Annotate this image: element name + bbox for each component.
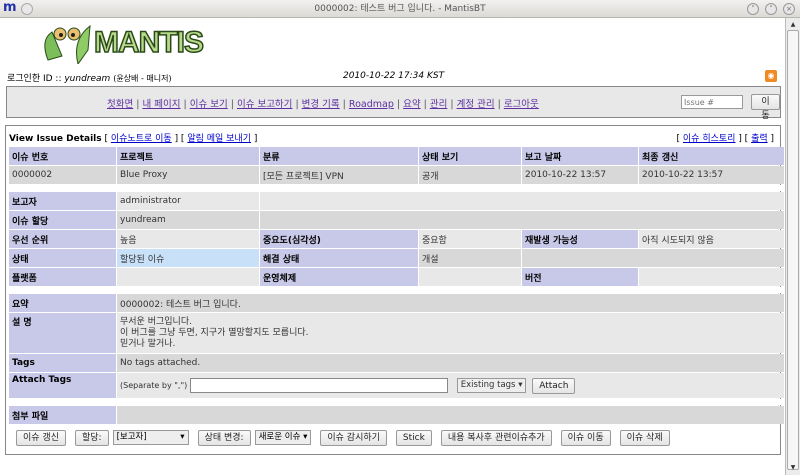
nav-link[interactable]: 첫화면 bbox=[107, 99, 133, 110]
mantis-insect-icon bbox=[44, 24, 91, 66]
reporter-row: 보고자 administrator bbox=[9, 192, 784, 210]
summary: 0000002: 테스트 버그 입니다. bbox=[117, 294, 784, 312]
assign-button[interactable]: 할당: bbox=[74, 430, 109, 446]
scroll-up-icon[interactable]: ▲ bbox=[788, 20, 798, 30]
details-header-right: [ 이슈 히스토리 ] [ 출력 ] bbox=[676, 134, 774, 144]
nav-link[interactable]: Roadmap bbox=[349, 99, 394, 110]
move-button[interactable]: 이슈 이동 bbox=[560, 430, 611, 446]
nav-link[interactable]: 내 페이지 bbox=[142, 99, 180, 110]
delete-button[interactable]: 이슈 삭제 bbox=[619, 430, 670, 446]
col-header: 프로젝트 bbox=[117, 147, 259, 165]
attach-tags-row: Attach Tags (Separate by ",") Existing t… bbox=[9, 373, 784, 398]
description: 무서운 버그입니다. 이 버그를 그냥 두면, 지구가 멸망할지도 모릅니다. 믿거… bbox=[117, 313, 784, 353]
login-info: 로그인한 ID :: yundream (윤상배 - 매니저) bbox=[7, 74, 172, 84]
scrollbar-thumb[interactable] bbox=[787, 30, 799, 470]
tags-row: Tags No tags attached. bbox=[9, 354, 784, 372]
issue-table: 이슈 번호 프로젝트 분류 상태 보기 보고 날짜 최종 갱신 0000002 … bbox=[8, 146, 785, 425]
issue-header-row: 이슈 번호 프로젝트 분류 상태 보기 보고 날짜 최종 갱신 bbox=[9, 147, 784, 165]
description-row: 설 명 무서운 버그입니다. 이 버그를 그냥 두면, 지구가 멸망할지도 모릅니… bbox=[9, 313, 784, 353]
assigned-row: 이슈 할당 yundream bbox=[9, 211, 784, 229]
app-icon: m bbox=[3, 0, 17, 15]
assigned-to: yundream bbox=[117, 211, 259, 229]
severity: 중요함 bbox=[419, 230, 521, 248]
category: [모든 프로젝트] VPN bbox=[260, 166, 418, 184]
send-reminder-link[interactable]: 알림 메일 보내기 bbox=[187, 134, 251, 144]
main-nav: 첫화면 | 내 페이지 | 이슈 보기 | 이슈 보고하기 | 변경 기록 | … bbox=[6, 86, 781, 121]
tags: No tags attached. bbox=[117, 354, 784, 372]
mantis-logo[interactable]: MANTIS bbox=[38, 20, 205, 66]
project: Blue Proxy bbox=[117, 166, 259, 184]
nav-link[interactable]: 이슈 보고하기 bbox=[237, 99, 292, 110]
rss-icon[interactable]: ◉ bbox=[765, 70, 777, 82]
separate-hint: (Separate by ",") bbox=[120, 380, 188, 390]
assign-select[interactable]: [보고자] ▾ bbox=[112, 430, 189, 445]
nav-link[interactable]: 요약 bbox=[403, 99, 420, 110]
existing-tags-select[interactable]: Existing tags ▾ bbox=[456, 377, 527, 393]
close-button[interactable]: × bbox=[783, 3, 795, 15]
issue-history-link[interactable]: 이슈 히스토리 bbox=[683, 134, 736, 144]
print-link[interactable]: 출력 bbox=[751, 134, 768, 144]
maximize-button[interactable]: ˄ bbox=[765, 3, 777, 15]
nav-link[interactable]: 관리 bbox=[430, 99, 447, 110]
details-header: View Issue Details [ 이슈노트로 이동 ] [ 알림 메일 … bbox=[9, 134, 258, 144]
attach-button[interactable]: Attach bbox=[532, 377, 576, 394]
issue-values-row: 0000002 Blue Proxy [모든 프로젝트] VPN 공개 2010… bbox=[9, 166, 784, 184]
view-status: 공개 bbox=[419, 166, 521, 184]
stick-button[interactable]: Stick bbox=[395, 430, 432, 446]
monitor-button[interactable]: 이슈 감시하기 bbox=[320, 430, 387, 446]
col-header: 상태 보기 bbox=[419, 147, 521, 165]
col-header: 이슈 번호 bbox=[9, 147, 116, 165]
scroll-down-icon[interactable]: ▼ bbox=[788, 463, 798, 473]
date-submitted: 2010-10-22 13:57 bbox=[522, 166, 638, 184]
summary-row: 요약 0000002: 테스트 버그 입니다. bbox=[9, 294, 784, 312]
current-datetime: 2010-10-22 17:34 KST bbox=[343, 71, 445, 81]
login-user: yundream bbox=[64, 74, 111, 84]
jump-to-notes-link[interactable]: 이슈노트로 이동 bbox=[111, 134, 172, 144]
status-row: 상태 할당된 이슈 해결 상태 개설 bbox=[9, 249, 784, 267]
os bbox=[419, 268, 521, 286]
tag-input[interactable] bbox=[190, 377, 449, 393]
window-titlebar: m 0000002: 테스트 버그 입니다. - MantisBT ˅ ˄ × bbox=[0, 0, 800, 18]
minimize-button[interactable]: ˅ bbox=[747, 3, 759, 15]
col-header: 보고 날짜 bbox=[522, 147, 638, 165]
update-issue-button[interactable]: 이슈 갱신 bbox=[16, 430, 66, 446]
col-header: 분류 bbox=[260, 147, 418, 165]
nav-link[interactable]: 변경 기록 bbox=[302, 99, 340, 110]
nav-link[interactable]: 로그아웃 bbox=[504, 99, 539, 110]
priority: 높음 bbox=[117, 230, 259, 248]
status-select[interactable]: 새로운 이슈 ▾ bbox=[254, 430, 312, 445]
col-header: 최종 갱신 bbox=[639, 147, 784, 165]
last-updated: 2010-10-22 13:57 bbox=[639, 166, 784, 184]
issue-number-input[interactable] bbox=[681, 95, 743, 109]
version bbox=[639, 268, 784, 286]
action-buttons: 이슈 갱신 할당: [보고자] ▾ 상태 변경: 새로운 이슈 ▾ 이슈 감시하기… bbox=[16, 430, 670, 446]
platform bbox=[117, 268, 259, 286]
window-title: 0000002: 테스트 버그 입니다. - MantisBT bbox=[314, 4, 486, 14]
resolution: 개설 bbox=[419, 249, 521, 267]
vertical-scrollbar[interactable]: ▲ ▼ bbox=[785, 18, 800, 475]
attachments-row: 첨부 파일 bbox=[9, 406, 784, 424]
reporter: administrator bbox=[117, 192, 259, 210]
attachments bbox=[117, 406, 784, 424]
go-button[interactable]: 이동 bbox=[751, 94, 780, 121]
change-status-button[interactable]: 상태 변경: bbox=[197, 430, 251, 446]
nav-link[interactable]: 이슈 보기 bbox=[190, 99, 228, 110]
reproducibility: 아직 시도되지 않음 bbox=[639, 230, 784, 248]
clone-button[interactable]: 내용 복사후 관련이슈추가 bbox=[440, 430, 552, 446]
issue-id: 0000002 bbox=[9, 166, 116, 184]
issue-details-panel: View Issue Details [ 이슈노트로 이동 ] [ 알림 메일 … bbox=[5, 125, 784, 455]
window-menu-button[interactable] bbox=[21, 3, 33, 15]
priority-row: 우선 순위 높음 중요도(심각성) 중요함 재발생 가능성 아직 시도되지 않음 bbox=[9, 230, 784, 248]
status: 할당된 이슈 bbox=[117, 249, 259, 267]
platform-row: 플랫폼 운영체제 버전 bbox=[9, 268, 784, 286]
nav-link[interactable]: 계정 관리 bbox=[457, 99, 495, 110]
